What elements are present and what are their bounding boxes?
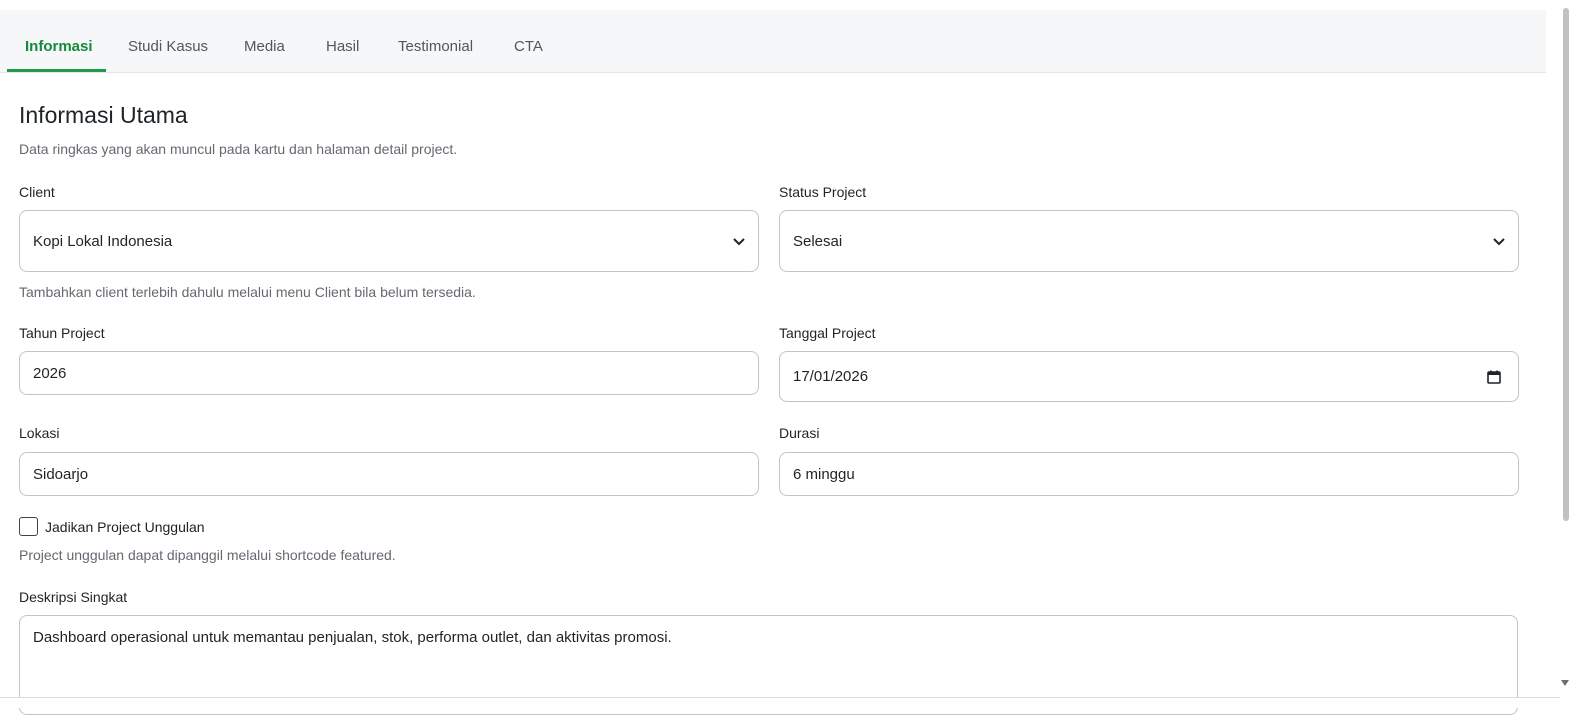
client-select[interactable]: Kopi Lokal Indonesia — [19, 210, 759, 272]
active-tab-indicator — [7, 69, 106, 72]
tab-studi-kasus[interactable]: Studi Kasus — [128, 10, 208, 72]
status-select-value: Selesai — [793, 232, 843, 250]
year-input-value: 2026 — [33, 364, 67, 382]
chevron-down-icon — [733, 238, 745, 246]
duration-input-value: 6 minggu — [793, 465, 855, 483]
scrollbar-thumb[interactable] — [1563, 8, 1569, 521]
status-label: Status Project — [779, 184, 867, 200]
featured-help-text: Project unggulan dapat dipanggil melalui… — [19, 547, 396, 563]
location-label: Lokasi — [19, 425, 60, 441]
scroll-down-arrow-icon[interactable] — [1561, 680, 1569, 686]
location-input[interactable]: Sidoarjo — [19, 452, 759, 496]
date-input-value: 17/01/2026 — [793, 368, 869, 385]
tab-media[interactable]: Media — [244, 10, 285, 72]
section-description: Data ringkas yang akan muncul pada kartu… — [19, 141, 458, 157]
year-label: Tahun Project — [19, 325, 105, 341]
tab-cta[interactable]: CTA — [514, 10, 543, 72]
tab-hasil[interactable]: Hasil — [326, 10, 359, 72]
year-input[interactable]: 2026 — [19, 351, 759, 395]
status-select[interactable]: Selesai — [779, 210, 1519, 272]
tab-informasi[interactable]: Informasi — [25, 10, 93, 72]
duration-label: Durasi — [779, 425, 820, 441]
featured-checkbox[interactable] — [19, 517, 38, 536]
client-select-value: Kopi Lokal Indonesia — [33, 232, 173, 250]
duration-input[interactable]: 6 minggu — [779, 452, 1519, 496]
bottom-divider — [0, 697, 1570, 708]
date-label: Tanggal Project — [779, 325, 876, 341]
short-description-label: Deskripsi Singkat — [19, 589, 128, 605]
client-label: Client — [19, 184, 55, 200]
top-strip — [0, 0, 1546, 10]
featured-checkbox-label[interactable]: Jadikan Project Unggulan — [45, 519, 205, 535]
tab-bar: Informasi Studi Kasus Media Hasil Testim… — [0, 10, 1546, 73]
date-input[interactable]: 17/01/2026 — [779, 351, 1519, 402]
client-help-text: Tambahkan client terlebih dahulu melalui… — [19, 284, 476, 300]
tab-testimonial[interactable]: Testimonial — [398, 10, 473, 72]
calendar-icon[interactable] — [1486, 369, 1502, 385]
location-input-value: Sidoarjo — [33, 465, 89, 483]
chevron-down-icon — [1493, 238, 1505, 246]
section-title: Informasi Utama — [19, 102, 188, 128]
